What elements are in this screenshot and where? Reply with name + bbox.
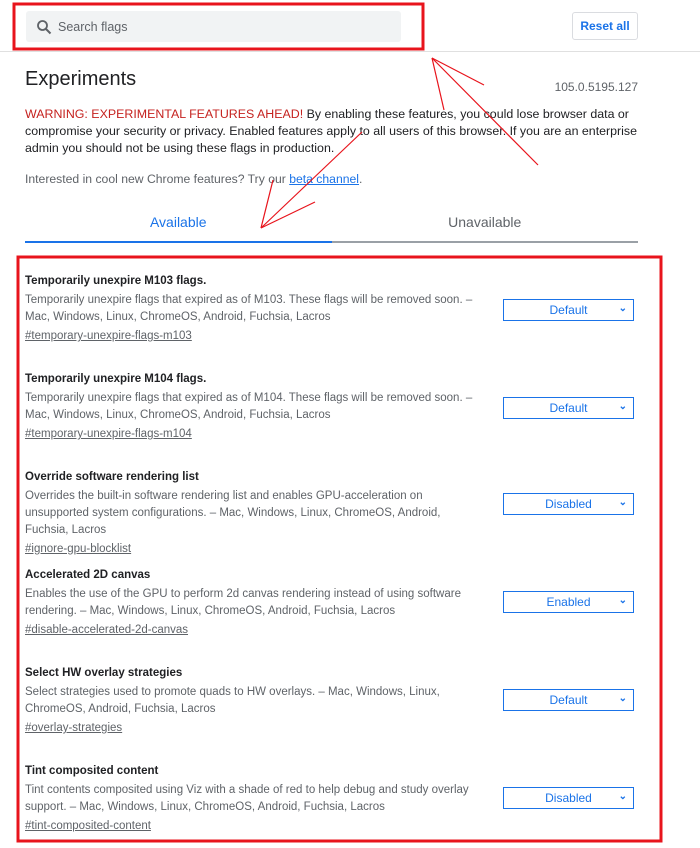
beta-promo-end: . [359,172,363,186]
flag-state-value: Default [549,401,588,415]
flag-anchor-link[interactable]: #disable-accelerated-2d-canvas [25,624,188,636]
flag-item: Temporarily unexpire M104 flags. Tempora… [25,373,635,453]
search-icon [37,19,52,34]
beta-promo-text: Interested in cool new Chrome features? … [25,172,290,186]
tab-bar: Available Unavailable [25,205,638,243]
flag-title: Override software rendering list [25,471,199,483]
reset-all-button[interactable]: Reset all [572,12,638,40]
beta-promo: Interested in cool new Chrome features? … [25,172,362,186]
flag-state-select[interactable]: Default ⌄ [503,299,634,321]
chevron-down-icon: ⌄ [618,401,627,412]
flag-description: Enables the use of the GPU to perform 2d… [25,588,461,617]
warning-text: WARNING: EXPERIMENTAL FEATURES AHEAD! By… [25,106,640,157]
flag-item: Accelerated 2D canvas Enables the use of… [25,569,635,649]
tab-unavailable[interactable]: Unavailable [332,205,639,241]
flag-state-value: Disabled [545,791,592,805]
flag-state-value: Disabled [545,497,592,511]
flag-item: Temporarily unexpire M103 flags. Tempora… [25,275,635,355]
page-title: Experiments [25,68,137,90]
flag-state-select[interactable]: Default ⌄ [503,689,634,711]
flag-state-value: Default [549,303,588,317]
search-field[interactable] [26,11,401,42]
flag-description: Overrides the built-in software renderin… [25,490,441,536]
version-label: 105.0.5195.127 [554,80,638,94]
flag-state-select[interactable]: Default ⌄ [503,397,634,419]
flag-title: Tint composited content [25,765,159,777]
flag-anchor-link[interactable]: #temporary-unexpire-flags-m103 [25,330,192,342]
flag-title: Accelerated 2D canvas [25,569,151,581]
beta-channel-link[interactable]: beta channel [289,172,359,186]
chevron-down-icon: ⌄ [618,303,627,314]
tab-available[interactable]: Available [25,205,332,243]
search-input[interactable] [58,19,378,34]
flag-title: Temporarily unexpire M104 flags. [25,373,207,385]
flag-state-select[interactable]: Disabled ⌄ [503,787,634,809]
chevron-down-icon: ⌄ [618,791,627,802]
flag-anchor-link[interactable]: #tint-composited-content [25,820,151,832]
flag-anchor-link[interactable]: #overlay-strategies [25,722,122,734]
flag-description: Tint contents composited using Viz with … [25,784,469,813]
flag-item: Tint composited content Tint contents co… [25,765,635,845]
flag-description: Temporarily unexpire flags that expired … [25,294,473,323]
chevron-down-icon: ⌄ [618,497,627,508]
flag-title: Temporarily unexpire M103 flags. [25,275,207,287]
flag-item: Override software rendering list Overrid… [25,471,635,555]
flag-state-value: Enabled [546,595,591,609]
flag-title: Select HW overlay strategies [25,667,183,679]
chevron-down-icon: ⌄ [618,595,627,606]
flag-anchor-link[interactable]: #ignore-gpu-blocklist [25,543,131,555]
flag-anchor-link[interactable]: #temporary-unexpire-flags-m104 [25,428,192,440]
flag-state-select[interactable]: Enabled ⌄ [503,591,634,613]
flag-state-select[interactable]: Disabled ⌄ [503,493,634,515]
flag-item: Select HW overlay strategies Select stra… [25,667,635,747]
header-bar: Reset all [0,0,700,52]
chevron-down-icon: ⌄ [618,693,627,704]
flag-description: Select strategies used to promote quads … [25,686,440,715]
flag-description: Temporarily unexpire flags that expired … [25,392,473,421]
flag-state-value: Default [549,693,588,707]
warning-prefix: WARNING: EXPERIMENTAL FEATURES AHEAD! [25,107,304,121]
